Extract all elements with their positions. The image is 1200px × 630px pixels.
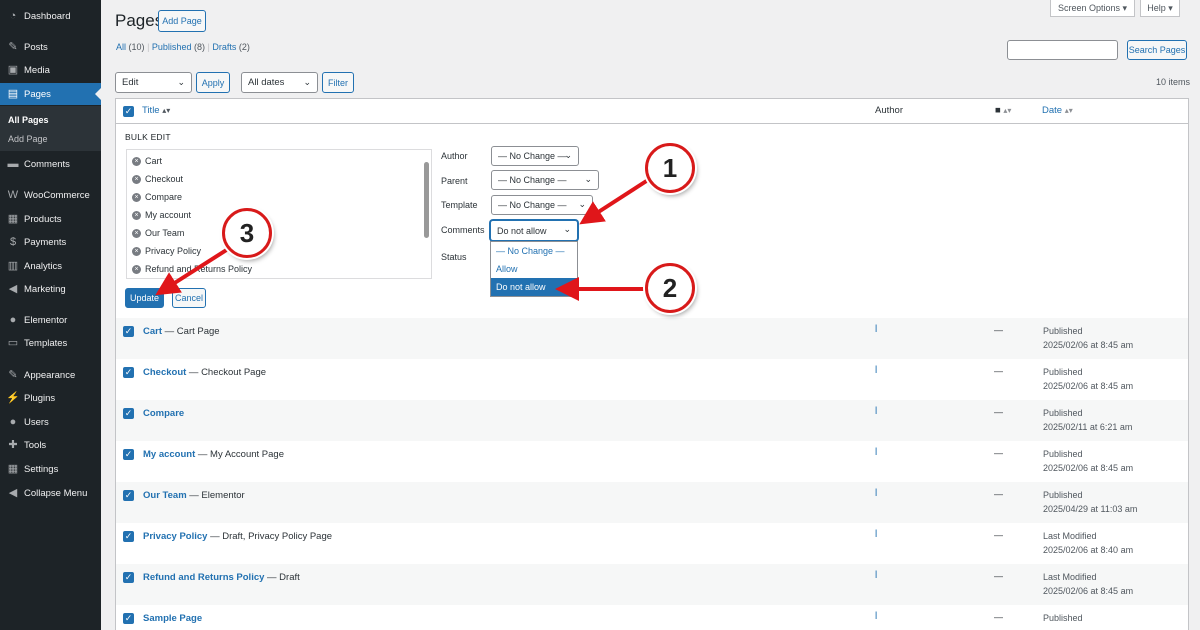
arrow-one xyxy=(579,178,650,225)
step-badge-one: 1 xyxy=(645,143,695,193)
step-badge-two: 2 xyxy=(645,263,695,313)
annotation-arrows xyxy=(155,178,650,301)
arrow-three xyxy=(155,247,230,296)
step-badge-three: 3 xyxy=(222,208,272,258)
